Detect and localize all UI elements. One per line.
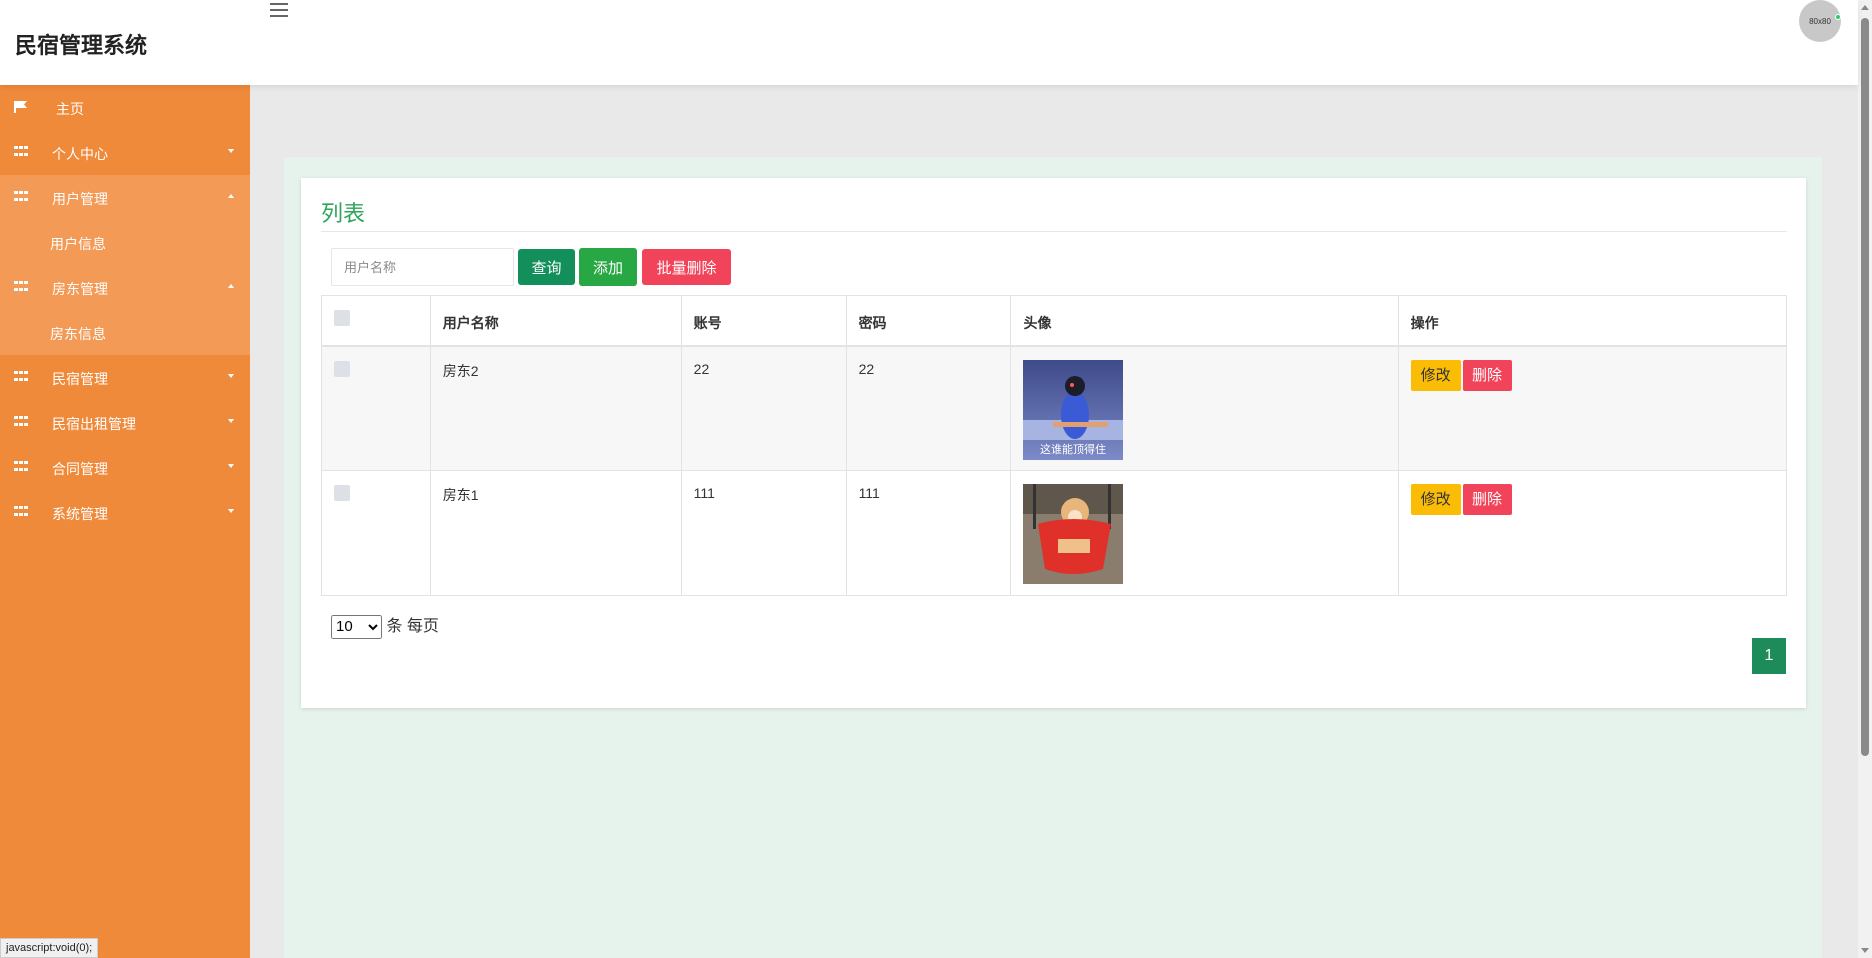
cell-account: 111 — [680, 470, 847, 596]
cell-password: 111 — [845, 470, 1012, 596]
table-row: 房东1 111 111 修改 删除 — [321, 470, 1788, 596]
grid-icon — [14, 416, 28, 428]
scrollbar-thumb[interactable] — [1861, 18, 1869, 756]
sidebar-item-menu[interactable]: 系统管理 — [0, 490, 250, 535]
chevron-down-icon — [228, 149, 234, 153]
scroll-up-arrow-icon[interactable] — [1861, 5, 1869, 10]
avatar-image[interactable] — [1023, 484, 1124, 584]
hamburger-menu-icon[interactable] — [270, 3, 288, 17]
column-header: 账号 — [680, 295, 847, 346]
cell-actions: 修改 删除 — [1397, 470, 1788, 596]
pagination-page-button[interactable]: 1 — [1752, 638, 1786, 674]
cell-account: 22 — [680, 345, 847, 471]
chevron-up-icon — [228, 284, 234, 288]
sidebar-item-label: 合同管理 — [52, 461, 108, 477]
per-page-label: 条 每页 — [386, 618, 439, 635]
user-avatar[interactable]: 80x80 — [1799, 0, 1841, 42]
sidebar-item-label: 民宿出租管理 — [52, 416, 136, 432]
sidebar-subitem[interactable]: 用户信息 — [0, 220, 250, 265]
grid-icon — [14, 146, 28, 158]
sidebar-item-label: 民宿管理 — [52, 371, 108, 387]
user-table: 用户名称 账号 密码 头像 操作 房东2 22 22 这谁能顶得住 修改 删除 … — [321, 295, 1788, 596]
row-checkbox[interactable] — [334, 360, 350, 377]
chevron-down-icon — [228, 419, 234, 423]
sidebar-item-label: 房东管理 — [52, 281, 108, 297]
sidebar-item-label: 用户管理 — [52, 191, 108, 207]
browser-status-bar: javascript:void(0); — [0, 938, 99, 958]
sidebar: 主页 个人中心用户管理用户信息房东管理房东信息民宿管理民宿出租管理 合同管理系统管… — [0, 85, 250, 958]
select-all-checkbox[interactable] — [334, 310, 350, 326]
grid-icon — [14, 506, 28, 518]
row-checkbox[interactable] — [334, 485, 350, 501]
delete-button[interactable]: 删除 — [1462, 359, 1512, 391]
edit-button[interactable]: 修改 — [1410, 359, 1461, 391]
app-title: 民宿管理系统 — [15, 33, 148, 58]
edit-button[interactable]: 修改 — [1410, 484, 1461, 515]
table-header-row: 用户名称 账号 密码 头像 操作 — [321, 295, 1788, 346]
avatar-placeholder-text: 80x80 — [1809, 16, 1831, 26]
column-header: 密码 — [845, 295, 1012, 346]
sidebar-item-menu[interactable]: 用户管理 — [0, 175, 250, 220]
grid-icon — [14, 371, 28, 383]
cell-avatar: 这谁能顶得住 — [1010, 345, 1399, 471]
sidebar-subitem-label: 房东信息 — [50, 326, 106, 342]
column-header: 头像 — [1010, 295, 1399, 346]
cell-name: 房东1 — [429, 470, 682, 596]
column-header: 用户名称 — [429, 295, 682, 346]
online-status-icon — [1835, 14, 1841, 20]
page-size-select[interactable]: 10 — [331, 614, 382, 639]
sidebar-item-menu[interactable]: 民宿出租管理 — [0, 400, 250, 445]
cell-actions: 修改 删除 — [1397, 345, 1788, 471]
panel-title: 列表 — [321, 201, 366, 226]
flag-icon — [14, 101, 27, 113]
sidebar-item-label: 系统管理 — [52, 506, 108, 522]
grid-icon — [14, 191, 28, 203]
add-button[interactable]: 添加 — [579, 248, 637, 286]
table-row: 房东2 22 22 这谁能顶得住 修改 删除 — [321, 345, 1788, 471]
select-all-cell — [321, 295, 431, 346]
sidebar-item-menu[interactable]: 合同管理 — [0, 445, 250, 490]
grid-icon — [14, 461, 28, 473]
column-header: 操作 — [1397, 295, 1788, 346]
chevron-down-icon — [228, 509, 234, 513]
batch-delete-button[interactable]: 批量删除 — [642, 249, 731, 285]
sidebar-item-label: 个人中心 — [52, 146, 108, 162]
vertical-scrollbar[interactable] — [1858, 0, 1872, 958]
cell-name: 房东2 — [429, 345, 682, 471]
chevron-up-icon — [228, 194, 234, 198]
sidebar-item-menu[interactable]: 房东管理 — [0, 265, 250, 310]
grid-icon — [14, 281, 28, 293]
sidebar-item-label: 主页 — [56, 101, 84, 117]
sidebar-subitem[interactable]: 房东信息 — [0, 310, 250, 355]
avatar-image[interactable]: 这谁能顶得住 — [1023, 359, 1124, 460]
cell-avatar — [1010, 470, 1399, 596]
top-header: 民宿管理系统 80x80 — [0, 0, 1858, 85]
search-input[interactable] — [331, 248, 514, 286]
scroll-down-arrow-icon[interactable] — [1861, 948, 1869, 953]
chevron-down-icon — [228, 374, 234, 378]
chevron-down-icon — [228, 464, 234, 468]
list-panel: 列表 查询 添加 批量删除 用户名称 账号 密码 头像 操作 房东2 22 22 — [301, 178, 1806, 708]
delete-button[interactable]: 删除 — [1462, 484, 1512, 515]
sidebar-item-menu[interactable]: 民宿管理 — [0, 355, 250, 400]
query-button[interactable]: 查询 — [518, 249, 575, 285]
sidebar-item-home[interactable]: 主页 — [0, 85, 250, 130]
cell-password: 22 — [845, 345, 1012, 471]
avatar-caption: 这谁能顶得住 — [1040, 442, 1106, 456]
page-size-control: 10 条 每页 — [331, 612, 439, 639]
divider — [321, 231, 1787, 232]
sidebar-subitem-label: 用户信息 — [50, 236, 106, 252]
sidebar-item-menu[interactable]: 个人中心 — [0, 130, 250, 175]
